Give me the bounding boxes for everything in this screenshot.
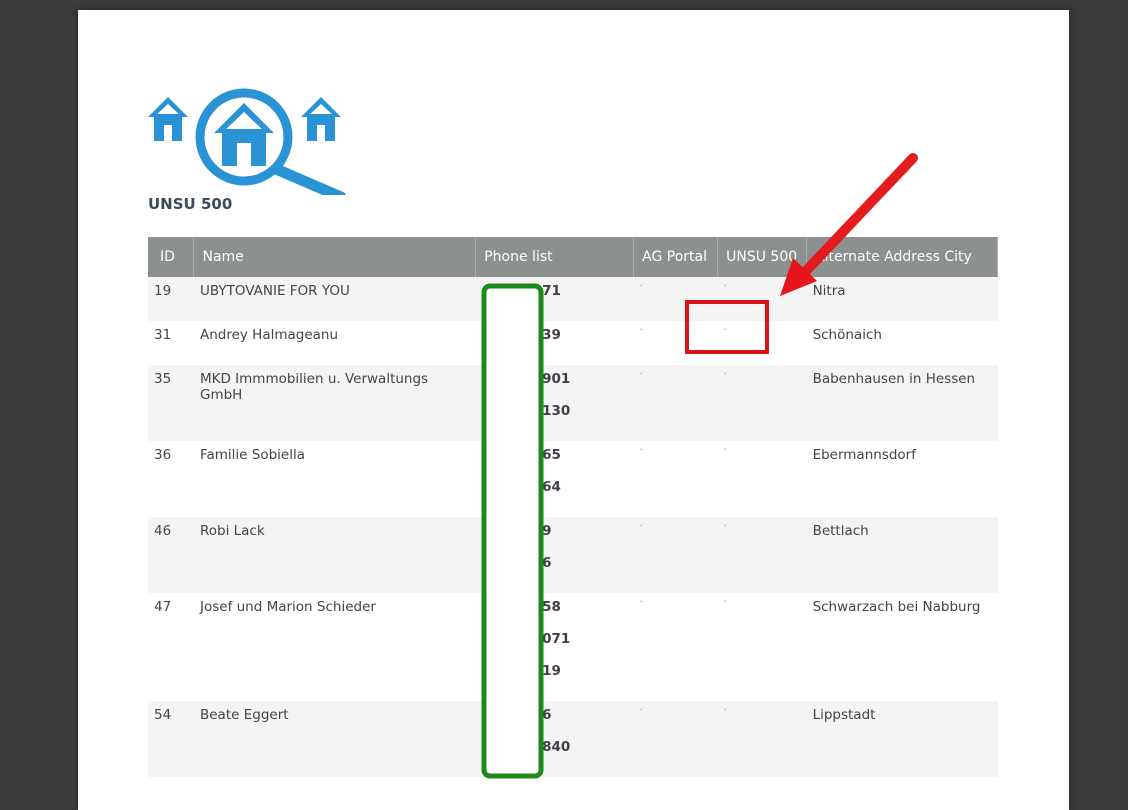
phone-number: 09672158 [485, 599, 561, 615]
phone-number: 48850471 [485, 283, 561, 299]
phone-number: 412090840 [485, 739, 571, 755]
phone-number: 38902065 [485, 447, 561, 463]
cell-phone-list: 48850471 obile) [475, 277, 634, 321]
phone-number: 164971901 [485, 371, 571, 387]
cell-phone-list: 29319939 obile) [475, 321, 634, 365]
header-name[interactable]: Name [193, 237, 477, 277]
header-id[interactable]: ID [148, 237, 195, 277]
cell-alternate-city: Bettlach [806, 517, 998, 593]
cell-ag-portal: · [633, 365, 718, 441]
table-row[interactable]: 19 UBYTOVANIE FOR YOU 48850471 obile) · · Nitr… [148, 277, 998, 321]
phone-number: 6450866 [485, 555, 552, 571]
cell-id: 31 [148, 321, 194, 365]
cell-phone-list: 164971901 obile) 828413130 ork) [475, 365, 634, 441]
cell-unsu-500: · [717, 365, 807, 441]
cell-id: 19 [148, 277, 194, 321]
listing-table: ID Name Phone list AG Portal UNSU 500 Al… [148, 237, 998, 777]
cell-id: 54 [148, 701, 194, 777]
cell-name: Josef und Marion Schieder [193, 593, 476, 701]
phone-number: 828413130 [485, 403, 571, 419]
table-row[interactable]: 46 Robi Lack 6059999 obile) 6450866 ork) · · Bet… [148, 517, 998, 593]
phone-type-label: ork) [485, 463, 513, 479]
cell-alternate-city: Schönaich [806, 321, 998, 365]
cell-name: MKD Immmobilien u. Verwaltungs GmbH [193, 365, 476, 441]
cell-id: 46 [148, 517, 194, 593]
cell-ag-portal: · [633, 441, 718, 517]
cell-ag-portal: · [633, 277, 718, 321]
table-row[interactable]: 54 Beate Eggert 4181456 ork) 412090840 ax) · · L… [148, 701, 998, 777]
phone-type-label [486, 647, 628, 663]
header-ag-portal[interactable]: AG Portal [633, 237, 719, 277]
phone-number: 38902064 [485, 479, 561, 495]
cell-ag-portal: · [633, 321, 718, 365]
table-row[interactable]: 47 Josef und Marion Schieder 09672158 obile… [148, 593, 998, 701]
cell-alternate-city: Lippstadt [806, 701, 998, 777]
cell-ag-portal: · [633, 593, 718, 701]
cell-alternate-city: Babenhausen in Hessen [806, 365, 998, 441]
phone-type-label: ork) [485, 571, 513, 587]
cell-name: Beate Eggert [193, 701, 476, 777]
house-search-logo-icon [148, 88, 347, 195]
header-phone-list[interactable]: Phone list [475, 237, 635, 277]
cell-id: 35 [148, 365, 194, 441]
phone-number: 6059999 [485, 523, 552, 539]
table-header-row: ID Name Phone list AG Portal UNSU 500 Al… [148, 237, 998, 277]
cell-unsu-500: · [717, 593, 807, 701]
cell-unsu-500: · [717, 517, 807, 593]
cell-unsu-500: · [717, 441, 807, 517]
phone-type-label: ork) [485, 419, 513, 435]
cell-unsu-500: · [717, 321, 807, 365]
cell-phone-list: 09672158 obile) 119650071 35301719 ork) [475, 593, 634, 701]
cell-unsu-500: · [717, 701, 807, 777]
phone-type-label: obile) [485, 299, 524, 315]
phone-number: 4181456 [485, 707, 552, 723]
cell-unsu-500: · [717, 277, 807, 321]
cell-phone-list: 38902065 ork) 38902064 ax) [475, 441, 634, 517]
phone-number: 35301719 [485, 663, 561, 679]
cell-phone-list: 4181456 ork) 412090840 ax) [475, 701, 634, 777]
header-unsu-500[interactable]: UNSU 500 [717, 237, 808, 277]
phone-type-label: ax) [485, 495, 508, 511]
table-row[interactable]: 36 Familie Sobiella 38902065 ork) 38902064 ax… [148, 441, 998, 517]
cell-name: Robi Lack [193, 517, 476, 593]
cell-id: 47 [148, 593, 194, 701]
cell-ag-portal: · [633, 517, 718, 593]
phone-type-label: obile) [485, 615, 524, 631]
phone-type-label: ork) [485, 679, 513, 695]
cell-phone-list: 6059999 obile) 6450866 ork) [475, 517, 634, 593]
phone-type-label: obile) [485, 539, 524, 555]
cell-name: UBYTOVANIE FOR YOU [193, 277, 476, 321]
cell-name: Andrey Halmageanu [193, 321, 476, 365]
phone-type-label: ax) [485, 755, 508, 771]
phone-number: 119650071 [485, 631, 571, 647]
phone-type-label: obile) [485, 343, 524, 359]
cell-alternate-city: Ebermannsdorf [806, 441, 998, 517]
phone-type-label: ork) [485, 723, 513, 739]
cell-id: 36 [148, 441, 194, 517]
header-alternate-city[interactable]: Alternate Address City [806, 237, 998, 277]
phone-number: 29319939 [485, 327, 561, 343]
table-row[interactable]: 31 Andrey Halmageanu 29319939 obile) · · Schön… [148, 321, 998, 365]
phone-type-label: obile) [485, 387, 524, 403]
cell-name: Familie Sobiella [193, 441, 476, 517]
cell-alternate-city: Nitra [806, 277, 998, 321]
table-row[interactable]: 35 MKD Immmobilien u. Verwaltungs GmbH 164… [148, 365, 998, 441]
cell-alternate-city: Schwarzach bei Nabburg [806, 593, 998, 701]
cell-ag-portal: · [633, 701, 718, 777]
document-page: UNSU 500 ID Name Phone list AG Portal UN… [78, 10, 1069, 810]
brand-title: UNSU 500 [148, 195, 233, 213]
